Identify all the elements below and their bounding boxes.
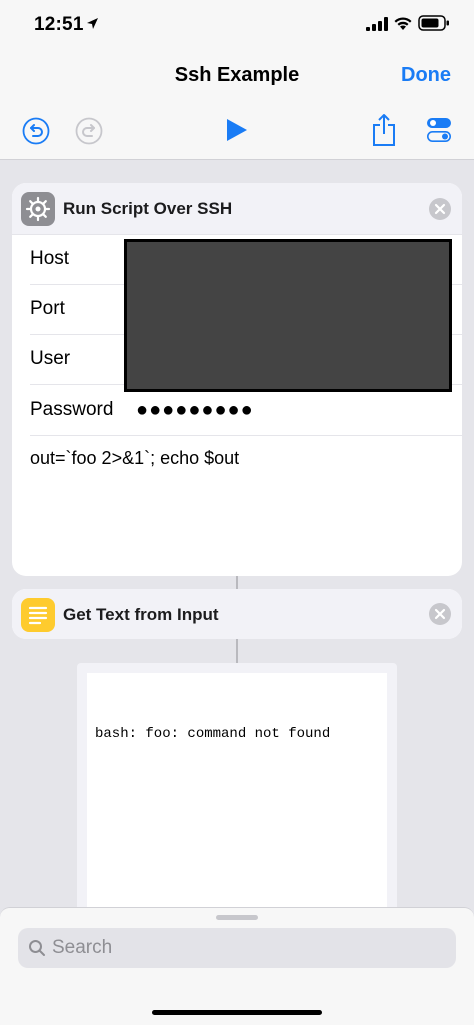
action-title: Get Text from Input (63, 605, 219, 624)
redo-icon[interactable] (75, 117, 103, 145)
script-input[interactable]: out=`foo 2>&1`; echo $out (30, 448, 239, 469)
toggle-settings-icon[interactable] (426, 117, 452, 143)
output-paper: bash: foo: command not found (87, 673, 387, 943)
flow-connector (236, 639, 238, 663)
top-bar: 12:51 Ssh Example Done (0, 0, 474, 160)
status-bar: 12:51 (0, 0, 474, 52)
remove-action-button[interactable] (429, 603, 451, 625)
flow-connector (236, 576, 238, 589)
done-button[interactable]: Done (401, 64, 451, 87)
password-label: Password (30, 399, 114, 420)
user-label: User (30, 348, 71, 369)
actions-bottom-sheet: Search (0, 907, 474, 1025)
note-icon (21, 598, 55, 632)
password-value: ●●●●●●●●● (136, 399, 254, 421)
home-indicator (152, 1010, 322, 1015)
remove-action-button[interactable] (429, 198, 451, 220)
gear-icon (21, 192, 55, 226)
search-input[interactable]: Search (18, 928, 456, 968)
action-header[interactable]: Run Script Over SSH (12, 183, 462, 235)
output-text: bash: foo: command not found (95, 726, 331, 742)
password-field[interactable]: Password ●●●●●●●●● (30, 386, 462, 436)
redaction-box (124, 239, 452, 392)
close-icon (434, 608, 446, 620)
status-time: 12:51 (34, 14, 84, 35)
share-icon[interactable] (371, 113, 397, 147)
host-label: Host (30, 248, 70, 269)
search-icon (29, 940, 45, 956)
get-text-from-input-action: Get Text from Input (12, 589, 462, 639)
wifi-icon (394, 17, 412, 30)
action-title: Run Script Over SSH (63, 199, 233, 218)
close-icon (434, 203, 446, 215)
undo-icon[interactable] (22, 117, 50, 145)
play-icon[interactable] (225, 118, 249, 142)
port-label: Port (30, 298, 65, 319)
search-placeholder: Search (52, 937, 113, 958)
action-header[interactable]: Get Text from Input (12, 589, 462, 639)
sheet-grabber[interactable] (216, 915, 258, 920)
location-arrow-icon (87, 18, 98, 29)
run-script-over-ssh-action: Run Script Over SSH Host Port User Passw… (12, 183, 462, 576)
battery-icon (418, 15, 449, 31)
output-preview: bash: foo: command not found (77, 663, 397, 943)
cellular-signal-icon (366, 17, 388, 31)
